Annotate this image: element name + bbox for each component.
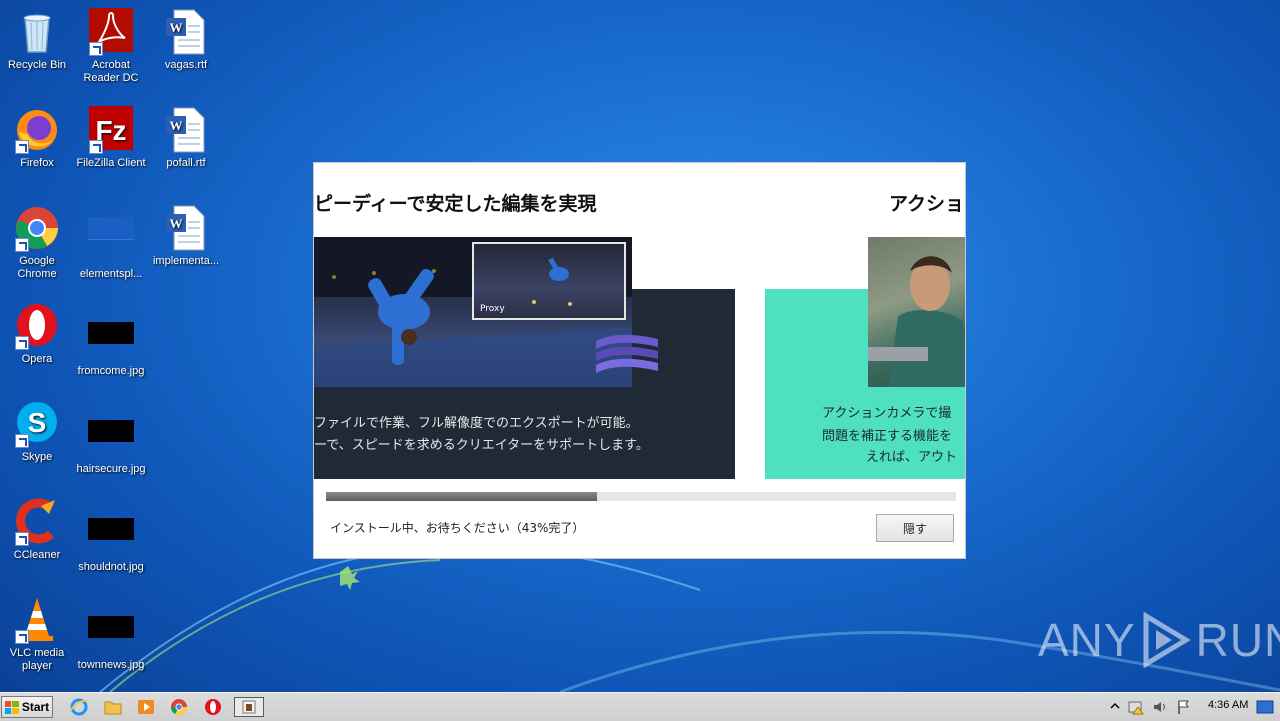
- desktop-icon-label: hairsecure.jpg: [76, 463, 146, 475]
- desktop-icon-label: pofall.rtf: [166, 157, 206, 169]
- desktop-icon-label: implementa...: [152, 255, 220, 267]
- word-document-icon: W: [166, 205, 205, 251]
- show-desktop-icon[interactable]: [1256, 699, 1274, 715]
- install-status-text: インストール中、お待ちください（43%完了）: [330, 521, 585, 535]
- slide-title-next: アクショ: [889, 193, 965, 215]
- image-thumbnail-icon: [88, 420, 134, 442]
- show-hidden-icons-icon[interactable]: [1110, 701, 1120, 711]
- anyrun-watermark: ANY RUN: [1038, 612, 1280, 668]
- svg-text:W: W: [170, 118, 183, 133]
- taskbar-file-explorer[interactable]: [102, 697, 124, 717]
- desktop-icon-label: elementspl...: [79, 268, 143, 280]
- flag-notification-icon[interactable]: [1176, 699, 1192, 715]
- desktop-icon-label: Acrobat Reader DC: [83, 59, 139, 84]
- taskbar-internet-explorer[interactable]: [68, 697, 90, 717]
- installer-app-icon: [242, 700, 256, 714]
- install-progress-bar: [326, 492, 956, 501]
- desktop-icon-label: townnews.jpg: [77, 659, 145, 671]
- desktop-icon-label: shouldnot.jpg: [78, 561, 144, 573]
- volume-icon[interactable]: [1152, 699, 1168, 715]
- folder-icon: [104, 701, 122, 715]
- taskbar-installer-app[interactable]: [234, 697, 264, 717]
- shortcut-arrow-icon: [15, 532, 29, 546]
- shortcut-arrow-icon: [89, 140, 103, 154]
- opera-icon: [205, 699, 221, 715]
- desktop-icon-chrome[interactable]: Google Chrome: [0, 204, 74, 281]
- desktop-icon-acrobat[interactable]: Acrobat Reader DC: [74, 8, 148, 85]
- desktop-icon-opera[interactable]: Opera: [0, 302, 74, 366]
- action-center-warning-icon[interactable]: [1128, 699, 1144, 715]
- desktop-icon-fromcome-jpg[interactable]: fromcome.jpg: [74, 310, 148, 378]
- install-progress-fill: [326, 492, 597, 501]
- internet-explorer-icon: [70, 698, 88, 716]
- chrome-icon: [170, 699, 188, 716]
- feature-description-line: アクションカメラで撮: [822, 406, 952, 421]
- desktop-icon-label: Google Chrome: [17, 255, 57, 280]
- system-tray: [1104, 693, 1280, 721]
- feature-description-line: ーで、スピードを求めるクリエイターをサポートします。: [314, 438, 649, 453]
- image-thumbnail-icon: [88, 518, 134, 540]
- desktop-icon-vlc[interactable]: VLC media player: [0, 596, 74, 673]
- shortcut-arrow-icon: [15, 140, 29, 154]
- word-document-icon: W: [166, 107, 205, 153]
- shortcut-arrow-icon: [15, 434, 29, 448]
- watermark-text-left: ANY: [1038, 614, 1136, 666]
- image-thumbnail-icon: [88, 322, 134, 344]
- desktop-icon-label: Opera: [21, 353, 53, 365]
- proxy-label: Proxy: [480, 304, 505, 314]
- desktop-icon-ccleaner[interactable]: CCleaner: [0, 498, 74, 562]
- taskbar: Start: [0, 692, 1280, 721]
- desktop-icon-label: VLC media player: [9, 647, 65, 672]
- desktop-icon-townnews-jpg[interactable]: townnews.jpg: [74, 604, 148, 672]
- shortcut-arrow-icon: [15, 238, 29, 252]
- svg-text:S: S: [28, 407, 47, 438]
- desktop-icon-label: CCleaner: [13, 549, 61, 561]
- proxy-preview: Proxy: [472, 242, 626, 320]
- windows-flag-icon: [4, 700, 19, 714]
- desktop-icon-label: FileZilla Client: [76, 157, 146, 169]
- desktop-icon-firefox[interactable]: Firefox: [0, 106, 74, 170]
- watermark-text-right: RUN: [1195, 614, 1280, 666]
- shortcut-arrow-icon: [15, 336, 29, 350]
- desktop-icon-vagas-rtf[interactable]: W vagas.rtf: [149, 8, 223, 72]
- shortcut-arrow-icon: [89, 42, 103, 56]
- desktop-icon-filezilla[interactable]: Fz FileZilla Client: [74, 106, 148, 170]
- file-thumbnail-icon: [88, 217, 134, 240]
- feature-description-line: 問題を補正する機能を: [822, 429, 953, 444]
- man-with-laptop-illustration: [868, 256, 965, 387]
- slide-title: ピーディーで安定した編集を実現: [314, 193, 597, 215]
- desktop-icon-label: Recycle Bin: [7, 59, 67, 71]
- start-button[interactable]: Start: [1, 696, 53, 718]
- action-camera-photo: [868, 237, 965, 387]
- taskbar-media-player[interactable]: [135, 697, 157, 717]
- desktop-icon-elementspl[interactable]: elementspl...: [74, 204, 148, 281]
- desktop-icon-recycle-bin[interactable]: Recycle Bin: [0, 8, 74, 72]
- svg-text:W: W: [170, 20, 183, 35]
- shortcut-arrow-icon: [15, 630, 29, 644]
- taskbar-chrome[interactable]: [168, 697, 190, 717]
- desktop-icon-skype[interactable]: S Skype: [0, 400, 74, 464]
- hide-button[interactable]: 隠す: [876, 514, 954, 542]
- desktop-icon-label: Firefox: [20, 157, 54, 169]
- desktop-icon-shouldnot-jpg[interactable]: shouldnot.jpg: [74, 506, 148, 574]
- svg-text:W: W: [170, 216, 183, 231]
- start-label: Start: [21, 700, 50, 714]
- stacked-layers-icon: [596, 334, 658, 373]
- feature-description-line: えれば、アウト: [866, 450, 958, 465]
- play-triangle-icon: [1143, 612, 1191, 668]
- desktop-icon-label: vagas.rtf: [164, 59, 208, 71]
- installer-window: ピーディーで安定した編集を実現 アクショ Proxy ファイルで作業、フル解像度…: [314, 163, 965, 558]
- desktop-icon-label: fromcome.jpg: [77, 365, 145, 377]
- desktop-icon-implementa[interactable]: W implementa...: [149, 204, 223, 268]
- taskbar-clock[interactable]: 4:36 AM: [1208, 699, 1248, 711]
- desktop-icon-hairsecure-jpg[interactable]: hairsecure.jpg: [74, 408, 148, 476]
- desktop-icon-label: Skype: [21, 451, 53, 463]
- feature-description-line: ファイルで作業、フル解像度でのエクスポートが可能。: [314, 416, 639, 431]
- media-player-icon: [138, 700, 154, 714]
- word-document-icon: W: [166, 9, 205, 55]
- recycle-bin-icon: [23, 14, 51, 53]
- taskbar-opera[interactable]: [202, 697, 224, 717]
- desktop-icon-pofall-rtf[interactable]: W pofall.rtf: [149, 106, 223, 170]
- image-thumbnail-icon: [88, 616, 134, 638]
